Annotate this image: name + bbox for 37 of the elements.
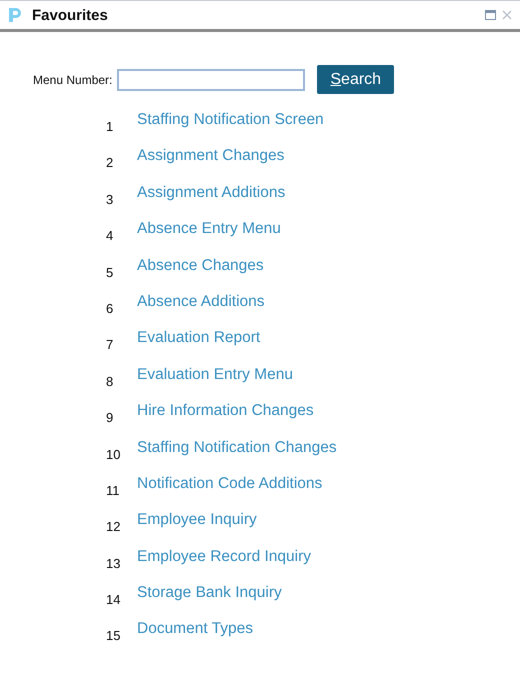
item-number: 3 (106, 190, 114, 209)
favourite-link[interactable]: Absence Additions (137, 288, 265, 311)
favourite-link[interactable]: Employee Inquiry (137, 507, 257, 530)
favourite-link[interactable]: Storage Bank Inquiry (137, 580, 282, 602)
favourite-link[interactable]: Assignment Changes (137, 143, 284, 166)
favourite-link[interactable]: Notification Code Additions (137, 470, 322, 493)
search-button[interactable]: Search (317, 65, 394, 94)
item-number: 15 (106, 627, 122, 646)
favourite-link[interactable]: Absence Entry Menu (137, 216, 281, 238)
item-number: 5 (106, 264, 114, 282)
favourite-link[interactable]: Document Types (137, 616, 254, 638)
favourite-link[interactable]: Hire Information Changes (137, 398, 314, 420)
favourite-link[interactable]: Evaluation Entry Menu (137, 362, 293, 384)
item-number: 12 (106, 518, 122, 536)
favourite-link[interactable]: Staffing Notification Changes (137, 434, 337, 457)
favourite-link[interactable]: Assignment Additions (137, 180, 286, 202)
item-number: 14 (106, 591, 122, 610)
favourite-link[interactable]: Evaluation Report (137, 325, 260, 348)
item-number: 10 (106, 446, 122, 464)
menu-number-field[interactable] (117, 68, 306, 90)
maximize-icon[interactable] (485, 10, 496, 20)
window-title: Favourites (32, 6, 108, 24)
item-number: 6 (106, 300, 114, 318)
logo-icon (8, 7, 22, 23)
menu-number-label: Menu Number: (33, 72, 112, 86)
favourite-link[interactable]: Absence Changes (137, 252, 264, 275)
item-number: 4 (106, 227, 114, 246)
item-number: 2 (106, 154, 114, 172)
item-number: 1 (106, 118, 114, 136)
close-icon[interactable] (502, 10, 512, 20)
item-number: 9 (106, 409, 114, 428)
item-number: 8 (106, 372, 114, 391)
item-number: 13 (106, 554, 122, 573)
item-number: 7 (106, 336, 114, 354)
favourite-link[interactable]: Employee Record Inquiry (137, 544, 312, 566)
item-number: 11 (106, 482, 120, 500)
favourite-link[interactable]: Staffing Notification Screen (137, 107, 324, 129)
